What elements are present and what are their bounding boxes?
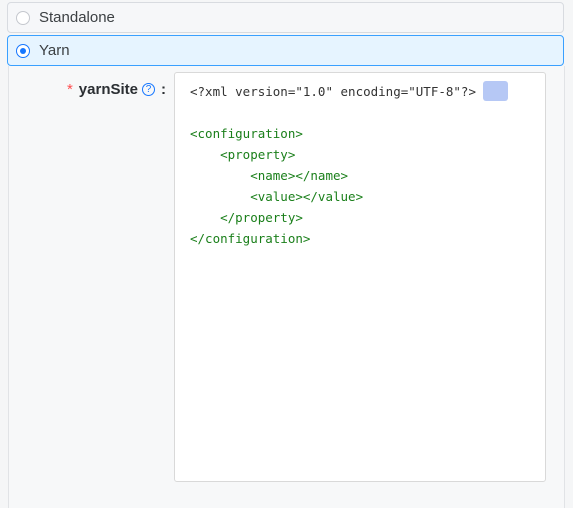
required-marker: * xyxy=(66,80,73,98)
yarnsite-label-text: yarnSite xyxy=(78,80,138,98)
code-line-xml-declaration: <?xml version="1.0" encoding="UTF-8"?> xyxy=(190,84,476,99)
question-circle-icon[interactable]: ? xyxy=(142,82,155,96)
radio-label-standalone: Standalone xyxy=(39,9,115,26)
code-line-name: <name></name> xyxy=(190,168,349,183)
yarnsite-field-label: * yarnSite ? : xyxy=(67,80,166,98)
radio-button-yarn[interactable] xyxy=(16,43,30,58)
code-line-configuration-close: </configuration> xyxy=(190,231,311,246)
label-colon: : xyxy=(161,80,166,98)
code-line-value: <value></value> xyxy=(190,189,364,204)
cursor-highlight xyxy=(483,81,508,101)
radio-option-standalone[interactable]: Standalone xyxy=(7,2,564,33)
code-line-configuration-open: <configuration> xyxy=(190,126,303,141)
radio-option-yarn[interactable]: Yarn xyxy=(7,35,564,66)
radio-button-standalone[interactable] xyxy=(16,10,30,25)
code-line-property-close: </property> xyxy=(190,210,303,225)
radio-label-yarn: Yarn xyxy=(39,42,70,59)
code-line-property-open: <property> xyxy=(190,147,296,162)
yarnsite-code-editor[interactable]: <?xml version="1.0" encoding="UTF-8"?> <… xyxy=(174,72,546,482)
